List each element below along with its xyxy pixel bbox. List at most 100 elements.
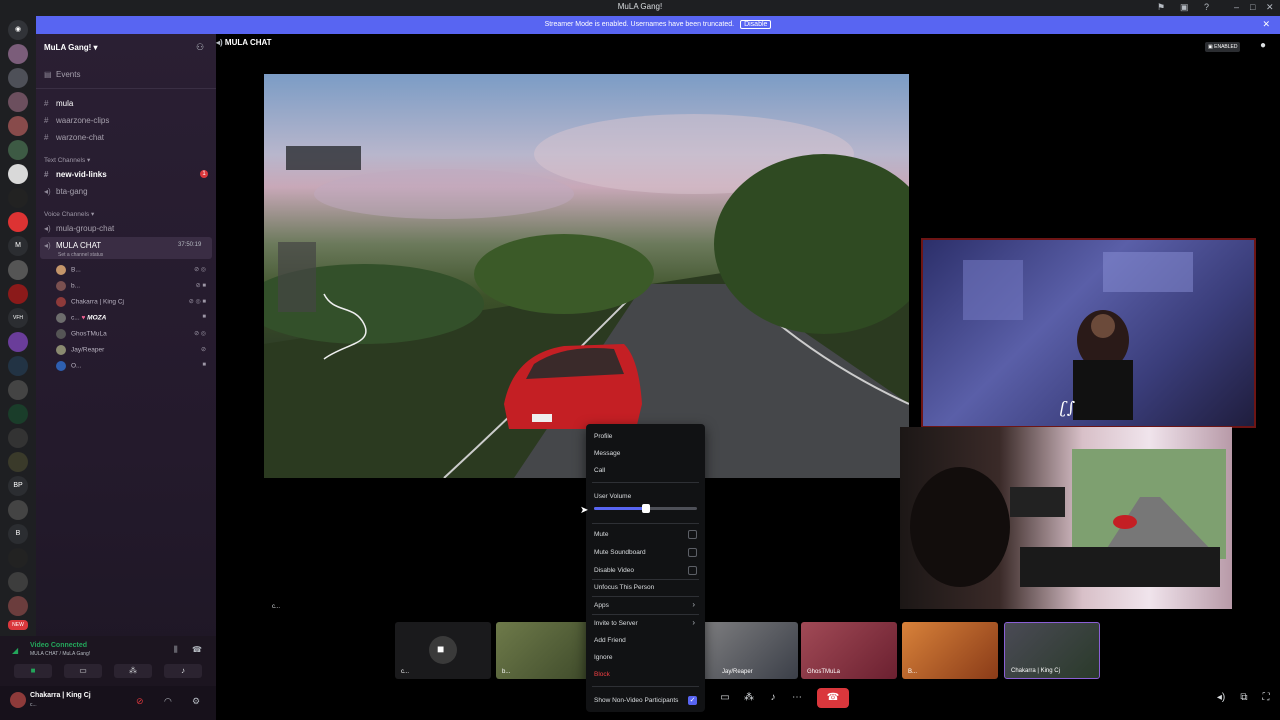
show-non-video-checkbox[interactable]: ✓: [688, 696, 697, 705]
server-icon[interactable]: [8, 44, 28, 64]
server-icon[interactable]: [8, 500, 28, 520]
server-icon[interactable]: [8, 404, 28, 424]
discord-icon[interactable]: ◉: [8, 20, 28, 40]
fullscreen-icon[interactable]: ⛶: [1258, 690, 1274, 706]
menu-invite[interactable]: Invite to Server: [594, 620, 638, 627]
server-icon[interactable]: [8, 428, 28, 448]
menu-message[interactable]: Message: [594, 450, 620, 457]
menu-profile[interactable]: Profile: [594, 433, 612, 440]
server-icon[interactable]: [8, 380, 28, 400]
server-icon[interactable]: [8, 260, 28, 280]
server-icon[interactable]: [8, 572, 28, 592]
soundboard-button[interactable]: ♪: [164, 664, 202, 678]
webcam-video-2[interactable]: [900, 427, 1232, 609]
user-avatar[interactable]: [10, 692, 26, 708]
menu-disable-video[interactable]: Disable Video: [594, 567, 634, 574]
server-icon[interactable]: [8, 284, 28, 304]
server-icon[interactable]: [8, 140, 28, 160]
channel-waarzone-clips[interactable]: # waarzone-clips: [44, 116, 109, 125]
server-icon[interactable]: [8, 212, 28, 232]
disconnect-icon[interactable]: ☎: [192, 645, 202, 654]
hangup-icon[interactable]: ☎: [817, 688, 849, 708]
menu-call[interactable]: Call: [594, 467, 605, 474]
voice-member[interactable]: O...: [56, 361, 81, 371]
channel-bta-gang[interactable]: ◂) bta-gang: [44, 187, 88, 196]
channel-new-vid-links[interactable]: # new-vid-links: [44, 170, 107, 179]
server-icon[interactable]: [8, 548, 28, 568]
mute-checkbox[interactable]: [688, 530, 697, 539]
screen-share-button[interactable]: ▭: [64, 664, 102, 678]
server-icon[interactable]: [8, 116, 28, 136]
game-stream-video[interactable]: [264, 74, 909, 478]
server-icon[interactable]: [8, 332, 28, 352]
menu-add-friend[interactable]: Add Friend: [594, 637, 626, 644]
menu-mute-soundboard[interactable]: Mute Soundboard: [594, 549, 646, 556]
menu-show-non-video[interactable]: Show Non-Video Participants: [594, 697, 678, 704]
server-icon[interactable]: [8, 356, 28, 376]
activities-icon[interactable]: ⁂: [741, 690, 757, 706]
username[interactable]: Chakarra | King Cj: [30, 692, 91, 699]
camera-button[interactable]: ■: [14, 664, 52, 678]
participant-tile[interactable]: b...: [496, 622, 592, 679]
webcam-video-1[interactable]: [921, 238, 1256, 428]
voice-location[interactable]: MULA CHAT / MuLA Gang!: [30, 651, 90, 657]
server-icon[interactable]: [8, 452, 28, 472]
volume-icon[interactable]: ◂): [1213, 690, 1229, 706]
maximize-icon[interactable]: □: [1250, 2, 1255, 12]
server-icon[interactable]: [8, 164, 28, 184]
voice-member[interactable]: B...: [56, 265, 81, 275]
server-icon[interactable]: [8, 596, 28, 616]
disable-streamer-mode-button[interactable]: Disable: [740, 20, 772, 29]
menu-block[interactable]: Block: [594, 671, 610, 678]
server-icon-vfh[interactable]: VFH: [8, 308, 28, 328]
screen-share-icon[interactable]: ▭: [717, 690, 733, 706]
category-text-channels[interactable]: Text Channels ▾: [44, 156, 90, 164]
channel-warzone-chat[interactable]: # warzone-chat: [44, 133, 104, 142]
voice-member[interactable]: GhosTMuLa: [56, 329, 107, 339]
menu-unfocus[interactable]: Unfocus This Person: [594, 584, 654, 591]
chat-icon[interactable]: ●: [1260, 40, 1266, 51]
voice-status[interactable]: Video Connected: [30, 642, 87, 649]
add-member-icon[interactable]: ⚇: [196, 42, 204, 53]
voice-channel-mula-chat[interactable]: ◂) MULA CHAT: [44, 241, 101, 250]
popout-icon[interactable]: ⧉: [1236, 690, 1252, 706]
server-name[interactable]: MuLA Gang! ▾: [44, 43, 98, 52]
inbox-icon[interactable]: ⚑: [1157, 2, 1165, 13]
menu-ignore[interactable]: Ignore: [594, 654, 612, 661]
channel-status[interactable]: Set a channel status: [58, 252, 103, 258]
mic-muted-icon[interactable]: ⊘: [136, 696, 144, 707]
category-voice-channels[interactable]: Voice Channels ▾: [44, 210, 94, 218]
noise-suppression-icon[interactable]: ⫼: [174, 645, 178, 655]
server-icon[interactable]: [8, 92, 28, 112]
server-icon-m[interactable]: M: [8, 236, 28, 256]
disable-video-checkbox[interactable]: [688, 566, 697, 575]
voice-member[interactable]: Chakarra | King Cj: [56, 297, 124, 307]
mute-soundboard-checkbox[interactable]: [688, 548, 697, 557]
activities-button[interactable]: ⁂: [114, 664, 152, 678]
soundboard-icon[interactable]: ♪: [765, 690, 781, 706]
events-item[interactable]: ▤ Events: [44, 70, 80, 79]
participant-tile[interactable]: Jay/Reaper: [702, 622, 798, 679]
voice-channel-mula-group-chat[interactable]: ◂) mula-group-chat: [44, 224, 114, 233]
menu-mute[interactable]: Mute: [594, 531, 608, 538]
channel-mula[interactable]: # mula: [44, 99, 73, 108]
participant-tile[interactable]: Chakarra | King Cj: [1004, 622, 1100, 679]
more-icon[interactable]: ⋯: [789, 690, 805, 706]
settings-icon[interactable]: ⚙: [192, 696, 200, 707]
volume-slider-handle[interactable]: [641, 504, 650, 513]
voice-member[interactable]: c... ♥ MOZA: [56, 313, 106, 323]
headphones-icon[interactable]: ◠: [164, 696, 172, 707]
participant-tile[interactable]: ■ c...: [395, 622, 491, 679]
participant-tile[interactable]: GhosTMuLa: [801, 622, 897, 679]
close-banner-icon[interactable]: ✕: [1262, 19, 1270, 30]
server-icon-bp[interactable]: BP: [8, 476, 28, 496]
voice-member[interactable]: Jay/Reaper: [56, 345, 104, 355]
participant-tile[interactable]: B...: [902, 622, 998, 679]
help-icon[interactable]: ?: [1204, 2, 1209, 12]
menu-apps[interactable]: Apps: [594, 602, 609, 609]
close-window-icon[interactable]: ✕: [1266, 2, 1274, 13]
screen-icon[interactable]: ▣: [1180, 2, 1189, 13]
server-icon[interactable]: [8, 68, 28, 88]
server-icon[interactable]: [8, 188, 28, 208]
voice-member[interactable]: b...: [56, 281, 80, 291]
